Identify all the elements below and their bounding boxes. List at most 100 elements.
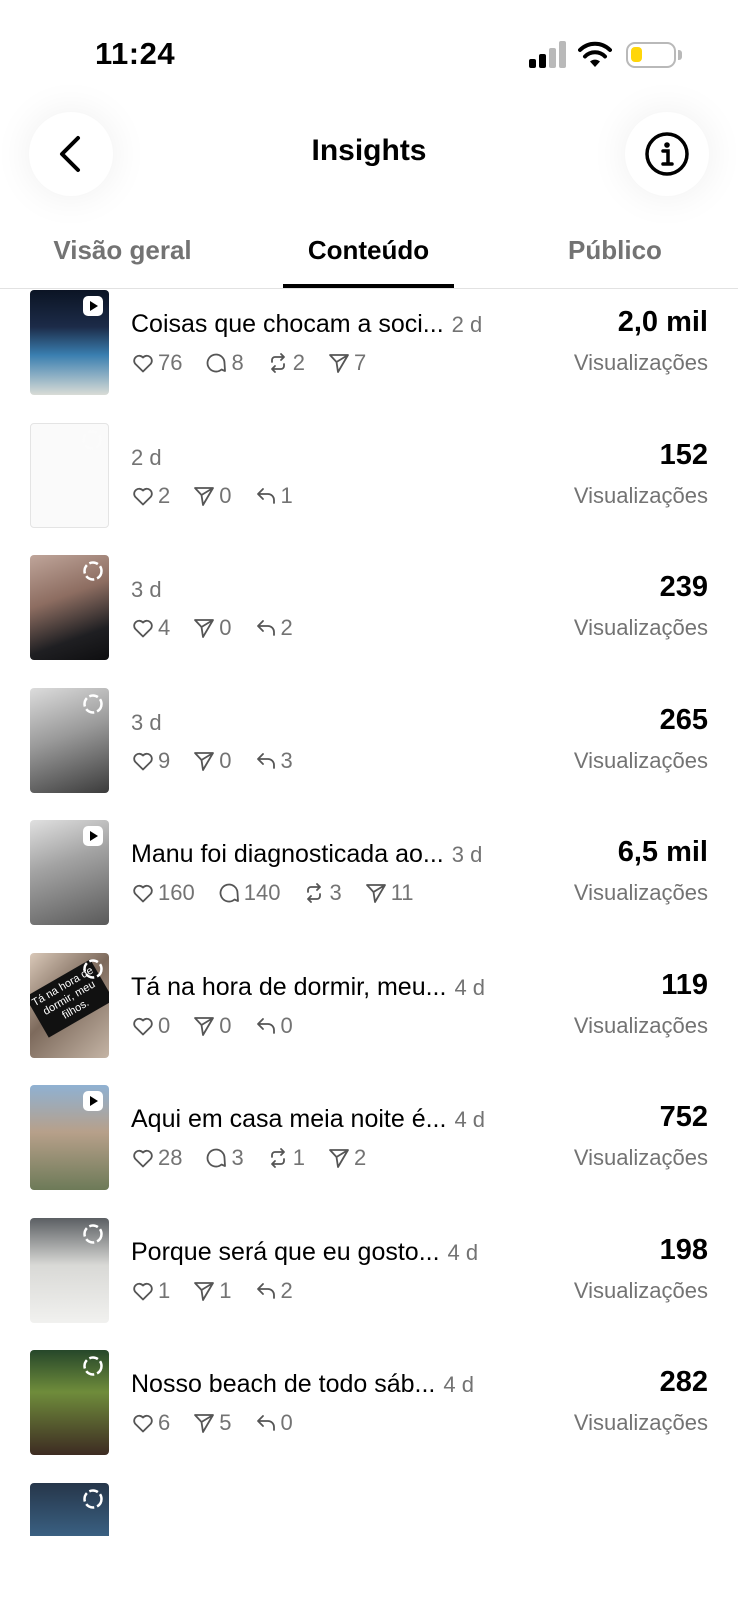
- heart-stat: 4: [131, 615, 170, 641]
- share-icon: [192, 1014, 219, 1038]
- stat-value: 3: [231, 1145, 244, 1170]
- post-thumbnail[interactable]: [30, 1217, 109, 1323]
- stat-value: 9: [158, 747, 171, 773]
- post-thumbnail[interactable]: [30, 422, 109, 528]
- stat-value: 160: [158, 880, 195, 905]
- tab-visao-geral[interactable]: Visão geral: [40, 235, 205, 289]
- views-label: Visualizações: [573, 350, 708, 375]
- share-stat: 2: [327, 1145, 366, 1171]
- share-icon: [192, 484, 219, 508]
- reply-stat: 0: [254, 1013, 293, 1039]
- share-stat: 1: [192, 1277, 232, 1304]
- story-icon: [82, 1488, 104, 1510]
- tab-conteudo[interactable]: Conteúdo: [283, 235, 454, 289]
- comment-icon: [204, 1146, 231, 1170]
- engagement-stats: 9 0 3: [131, 746, 315, 776]
- share-icon: [192, 616, 219, 640]
- post-thumbnail[interactable]: [30, 1085, 109, 1190]
- views-label: Visualizações: [573, 1277, 708, 1303]
- engagement-stats: 1 1 2: [131, 1276, 315, 1306]
- status-bar: 11:24: [0, 0, 738, 110]
- repost-stat: 3: [302, 880, 342, 906]
- post-age: 4 d: [454, 974, 486, 1000]
- heart-stat: 6: [131, 1410, 170, 1436]
- reply-icon: [254, 616, 281, 640]
- info-button[interactable]: [625, 112, 709, 196]
- video-icon: [82, 825, 104, 847]
- caption-line: Tá na hora de dormir, meu... 4 d: [131, 973, 511, 1009]
- story-icon: [82, 693, 104, 715]
- content-row[interactable]: 3 d 4 0 2 239 Visualizações: [0, 555, 738, 690]
- post-age: 2 d: [131, 444, 162, 470]
- story-icon: [82, 958, 104, 980]
- active-tab-indicator: [283, 284, 454, 288]
- header: Insights: [0, 110, 738, 220]
- views-count: 2,0 mil: [617, 306, 708, 338]
- stat-value: 7: [353, 350, 367, 375]
- engagement-stats: 28 3 1 2: [131, 1143, 388, 1173]
- stat-value: 1: [219, 1277, 232, 1303]
- heart-icon: [131, 881, 158, 905]
- views-label: Visualizações: [573, 880, 708, 905]
- video-icon: [82, 295, 104, 317]
- share-icon: [364, 881, 391, 905]
- share-stat: 0: [192, 748, 232, 774]
- share-stat: 0: [192, 615, 232, 641]
- share-icon: [192, 1411, 219, 1435]
- heart-icon: [131, 484, 158, 508]
- tab-bar: Visão geral Conteúdo Público: [0, 222, 738, 289]
- stat-value: 5: [219, 1410, 232, 1435]
- post-thumbnail[interactable]: [30, 1350, 109, 1455]
- views-label: Visualizações: [573, 615, 708, 640]
- heart-icon: [131, 1411, 158, 1435]
- engagement-stats: 0 0 0: [131, 1011, 315, 1041]
- views-count: 282: [659, 1366, 708, 1398]
- status-time: 11:24: [95, 36, 176, 71]
- stat-value: 6: [158, 1410, 171, 1435]
- post-thumbnail[interactable]: [30, 555, 109, 660]
- content-row[interactable]: Coisas que chocam a soci... 2 d 76 8 2 7 2,0 m…: [0, 290, 738, 425]
- post-thumbnail[interactable]: [30, 290, 109, 395]
- post-thumbnail[interactable]: [30, 820, 109, 925]
- views-count: 752: [659, 1101, 708, 1133]
- content-row[interactable]: 3 d 9 0 3 265 Visualizações: [0, 687, 738, 823]
- post-age: 3 d: [451, 842, 483, 867]
- views-label: Visualizações: [573, 1145, 708, 1170]
- post-thumbnail[interactable]: [30, 1482, 109, 1536]
- views-count: 239: [659, 571, 708, 603]
- content-row[interactable]: [0, 1482, 738, 1536]
- reply-icon: [254, 1014, 281, 1038]
- comment-stat: 8: [204, 350, 244, 376]
- content-list[interactable]: Coisas que chocam a soci... 2 d 76 8 2 7 2,0 m…: [0, 290, 738, 1536]
- share-icon: [327, 351, 354, 375]
- content-row[interactable]: Aqui em casa meia noite é... 4 d 28 3 1 2 752 V…: [0, 1085, 738, 1220]
- stat-value: 0: [219, 615, 232, 640]
- stat-value: 140: [243, 880, 281, 905]
- heart-stat: 2: [131, 483, 170, 509]
- tab-publico[interactable]: Público: [545, 235, 685, 289]
- post-thumbnail[interactable]: [30, 687, 109, 793]
- post-thumbnail[interactable]: Tá na hora de dormir, meu filhos.: [30, 952, 109, 1058]
- reply-icon: [254, 749, 281, 773]
- reply-icon: [254, 1279, 281, 1303]
- stat-value: 0: [158, 1012, 171, 1038]
- comment-icon: [217, 881, 244, 905]
- content-row[interactable]: Manu foi diagnosticada ao... 3 d 160 140 3 11…: [0, 820, 738, 955]
- content-row[interactable]: Tá na hora de dormir, meu filhos. Tá na h…: [0, 952, 738, 1088]
- stat-value: 76: [158, 350, 183, 375]
- story-icon: [82, 1355, 104, 1377]
- content-row[interactable]: Porque será que eu gosto... 4 d 1 1 2 198 Visu…: [0, 1217, 738, 1353]
- content-row[interactable]: 2 d 2 0 1 152 Visualizações: [0, 422, 738, 558]
- cellular-signal-icon: [529, 40, 569, 68]
- views-count: 265: [659, 703, 708, 736]
- heart-stat: 9: [131, 748, 170, 774]
- content-row[interactable]: Nosso beach de todo sáb... 4 d 6 5 0 282 Visua…: [0, 1350, 738, 1485]
- heart-icon: [131, 1279, 158, 1303]
- caption-line: Aqui em casa meia noite é... 4 d: [131, 1105, 511, 1141]
- stat-value: 0: [280, 1410, 293, 1435]
- stat-value: 2: [353, 1145, 367, 1170]
- caption-line: Porque será que eu gosto... 4 d: [131, 1238, 511, 1274]
- reply-icon: [254, 484, 281, 508]
- reply-stat: 3: [254, 748, 293, 774]
- heart-icon: [131, 1014, 158, 1038]
